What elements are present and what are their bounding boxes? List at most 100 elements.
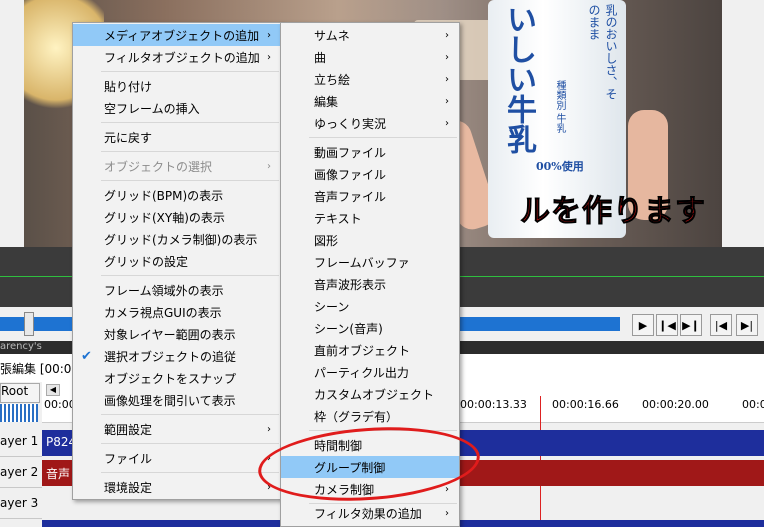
menu-item-label: 画像ファイル [314, 167, 387, 182]
menu-item-grid-bpm[interactable]: グリッド(BPM)の表示 [73, 184, 281, 206]
submenu-item-audio-waveform[interactable]: 音声波形表示 [281, 273, 459, 295]
milk-category: 種類別 牛乳 [554, 80, 565, 134]
layer-label: ayer 3 [0, 496, 39, 510]
time-label: 00:0 [742, 398, 764, 411]
chevron-right-icon: › [445, 95, 449, 107]
prev-frame-icon: ❙◀ [658, 318, 676, 332]
play-button[interactable]: ▶ [632, 314, 654, 336]
menu-item-label: フレーム領域外の表示 [104, 283, 224, 298]
submenu-item-scene-audio[interactable]: シーン(音声) [281, 317, 459, 339]
submenu-item-custom-object[interactable]: カスタムオブジェクト [281, 383, 459, 405]
menu-separator [101, 122, 279, 123]
menu-item-label: 曲 [314, 50, 327, 65]
menu-item-label: 図形 [314, 233, 339, 248]
menu-item-paste[interactable]: 貼り付け [73, 75, 281, 97]
submenu-item-frame-gradient[interactable]: 枠（グラデ有） [281, 405, 459, 427]
menu-item-label: オブジェクトの選択 [104, 159, 213, 174]
chevron-right-icon: › [267, 51, 271, 63]
submenu-item-standing-picture[interactable]: 立ち絵 › [281, 68, 459, 90]
menu-item-label: メディアオブジェクトの追加 [104, 28, 260, 43]
menu-item-snap-object[interactable]: オブジェクトをスナップ [73, 367, 281, 389]
submenu-item-scene[interactable]: シーン [281, 295, 459, 317]
play-icon: ▶ [638, 318, 648, 332]
menu-item-insert-empty-frame[interactable]: 空フレームの挿入 [73, 97, 281, 119]
submenu-item-thumbnail[interactable]: サムネ › [281, 24, 459, 46]
menu-item-follow-selected[interactable]: ✔ 選択オブジェクトの追従 [73, 345, 281, 367]
layer-label: ayer 2 [0, 465, 39, 479]
menu-item-undo[interactable]: 元に戻す [73, 126, 281, 148]
menu-item-label: グリッド(BPM)の表示 [104, 188, 224, 203]
root-label: Root [1, 384, 29, 398]
menu-item-label: 元に戻す [104, 130, 153, 145]
menu-separator [101, 472, 279, 473]
menu-item-label: グリッド(カメラ制御)の表示 [104, 232, 258, 247]
menu-item-label: 編集 [314, 94, 339, 109]
next-frame-icon: ▶❙ [682, 318, 700, 332]
menu-item-add-media-object[interactable]: メディアオブジェクトの追加 › [73, 24, 281, 46]
clip-label: 音声 [46, 467, 71, 481]
layer-label: ayer 1 [0, 434, 39, 448]
chevron-right-icon: › [267, 160, 271, 172]
prev-frame-button[interactable]: ❙◀ [656, 314, 678, 336]
menu-item-label: フィルタオブジェクトの追加 [104, 50, 260, 65]
menu-item-label: 空フレームの挿入 [104, 101, 200, 116]
menu-separator [101, 151, 279, 152]
menu-item-thin-image-processing[interactable]: 画像処理を間引いて表示 [73, 389, 281, 411]
menu-item-label: シーン [314, 299, 350, 314]
menu-item-add-filter-object[interactable]: フィルタオブジェクトの追加 › [73, 46, 281, 68]
milk-text-big: いしい牛乳 [501, 4, 536, 154]
submenu-item-previous-object[interactable]: 直前オブジェクト [281, 339, 459, 361]
menu-item-label: 枠（グラデ有） [314, 409, 399, 424]
menu-separator [101, 275, 279, 276]
submenu-item-song[interactable]: 曲 › [281, 46, 459, 68]
zoom-slider[interactable] [0, 404, 38, 422]
submenu-item-image-file[interactable]: 画像ファイル [281, 163, 459, 185]
goto-end-button[interactable]: ▶| [736, 314, 758, 336]
submenu-item-audio-file[interactable]: 音声ファイル [281, 185, 459, 207]
goto-start-button[interactable]: |◀ [710, 314, 732, 336]
next-frame-button[interactable]: ▶❙ [680, 314, 702, 336]
menu-item-label: テキスト [314, 211, 362, 226]
menu-item-preferences[interactable]: 環境設定 › [73, 476, 281, 498]
layer-header-1[interactable]: ayer 1 [0, 426, 42, 457]
menu-item-label: 範囲設定 [104, 422, 153, 437]
context-menu: メディアオブジェクトの追加 › フィルタオブジェクトの追加 › 貼り付け 空フレーム… [72, 22, 282, 500]
layer-header-3[interactable]: ayer 3 [0, 488, 42, 519]
timeline-title: 張編集 [00:00 [0, 362, 80, 376]
root-button[interactable]: Root [0, 383, 40, 403]
submenu-item-yukkuri[interactable]: ゆっくり実況 › [281, 112, 459, 134]
menu-item-label: シーン(音声) [314, 321, 383, 336]
menu-item-label: 音声波形表示 [314, 277, 387, 292]
menu-item-show-outside-frame[interactable]: フレーム領域外の表示 [73, 279, 281, 301]
chevron-right-icon: › [445, 507, 449, 519]
time-label: 00:00:13.33 [460, 398, 527, 411]
menu-item-grid-settings[interactable]: グリッドの設定 [73, 250, 281, 272]
menu-item-label: 環境設定 [104, 480, 153, 495]
menu-item-grid-xy[interactable]: グリッド(XY軸)の表示 [73, 206, 281, 228]
menu-item-camera-gui[interactable]: カメラ視点GUIの表示 [73, 301, 281, 323]
submenu-item-text[interactable]: テキスト [281, 207, 459, 229]
submenu-item-video-file[interactable]: 動画ファイル [281, 141, 459, 163]
menu-item-label: 選択オブジェクトの追従 [104, 349, 237, 364]
menu-item-grid-camera[interactable]: グリッド(カメラ制御)の表示 [73, 228, 281, 250]
video-caption: ルを作ります [520, 194, 706, 230]
submenu-item-particle-output[interactable]: パーティクル出力 [281, 361, 459, 383]
menu-separator [101, 443, 279, 444]
ruler-scroll-left[interactable]: ◀ [46, 384, 60, 396]
menu-item-file[interactable]: ファイル › [73, 447, 281, 469]
menu-item-target-layer-range[interactable]: 対象レイヤー範囲の表示 [73, 323, 281, 345]
menu-item-range-settings[interactable]: 範囲設定 › [73, 418, 281, 440]
submenu-item-edit[interactable]: 編集 › [281, 90, 459, 112]
checkmark-icon: ✔ [81, 348, 92, 364]
menu-item-label: フィルタ効果の追加 [314, 506, 422, 521]
submenu-item-shape[interactable]: 図形 [281, 229, 459, 251]
layer-header-2[interactable]: ayer 2 [0, 457, 42, 488]
menu-item-label: オブジェクトをスナップ [104, 371, 237, 386]
goto-start-icon: |◀ [714, 318, 728, 332]
submenu-item-add-filter-effect[interactable]: フィルタ効果の追加 › [281, 502, 459, 524]
milk-text-small: 乳のおいしさ、そのまま [587, 4, 618, 100]
chevron-right-icon: › [445, 51, 449, 63]
submenu-item-frame-buffer[interactable]: フレームバッファ [281, 251, 459, 273]
seek-thumb[interactable] [24, 312, 34, 336]
menu-item-label: 貼り付け [104, 79, 153, 94]
